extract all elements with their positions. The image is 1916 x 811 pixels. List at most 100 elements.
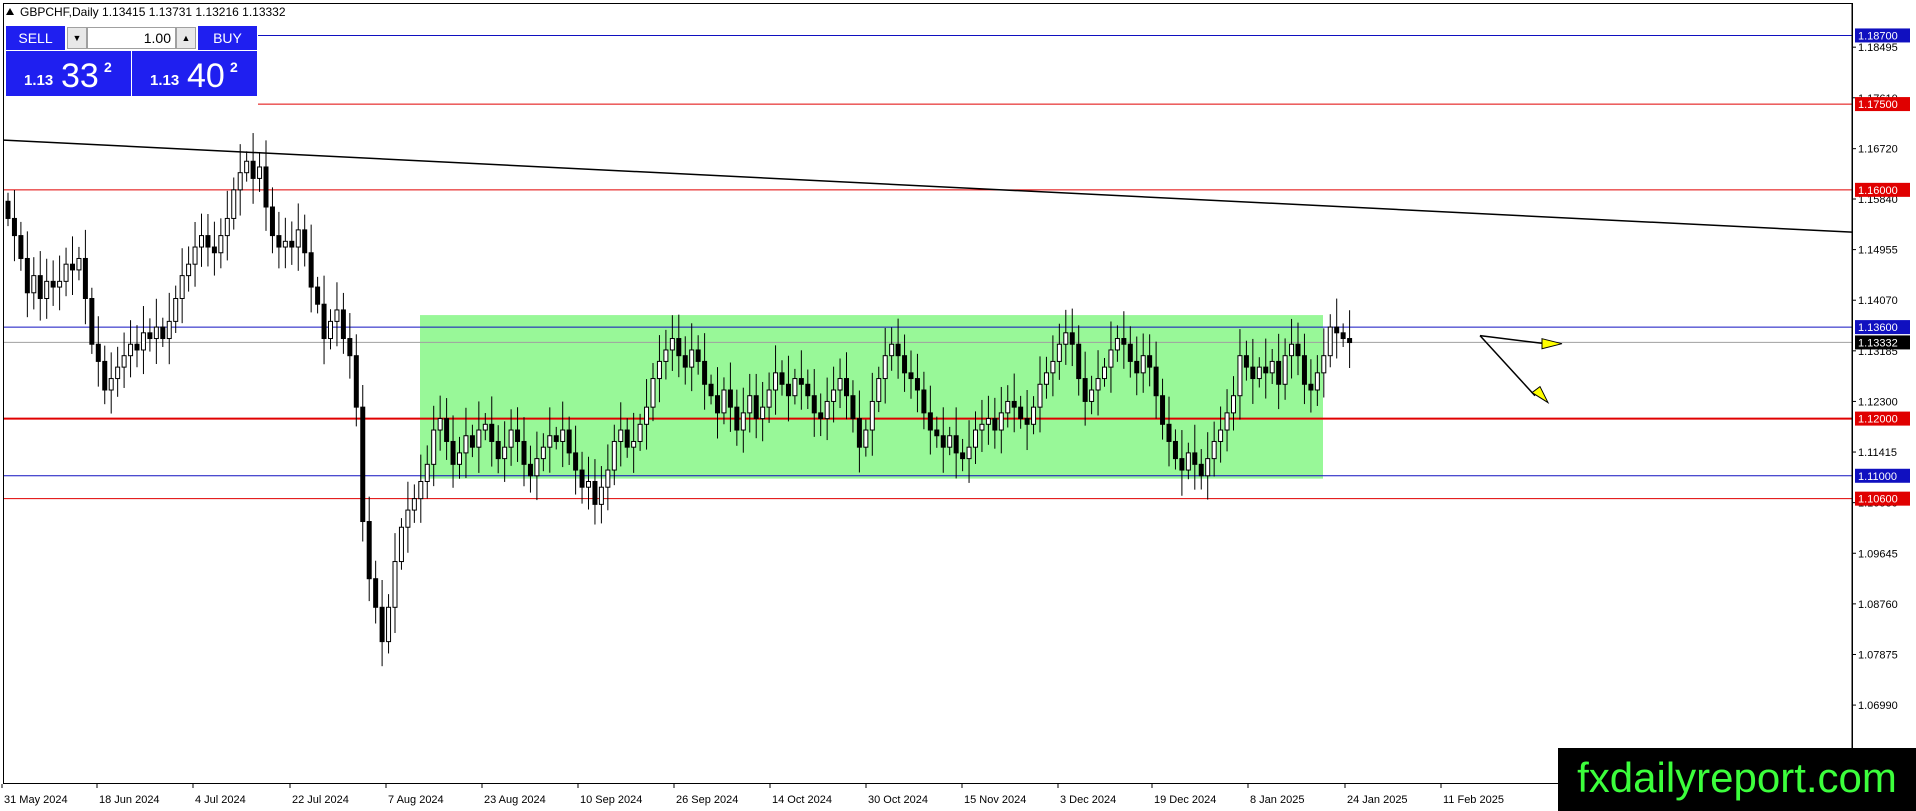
candle-body <box>1069 332 1075 345</box>
candle-body <box>405 509 411 528</box>
candle-body <box>1160 395 1166 425</box>
candle-body <box>515 429 521 442</box>
candle-body <box>1347 338 1353 344</box>
candle-body <box>431 429 437 465</box>
candle-body <box>308 252 314 288</box>
candle-body <box>469 435 475 448</box>
candle-body <box>392 561 398 608</box>
x-tick-label: 7 Aug 2024 <box>388 794 444 806</box>
candle-body <box>644 406 650 425</box>
candle <box>257 151 263 192</box>
candle <box>334 282 340 347</box>
trade-panel-row: SELL ▼ 1.00 ▲ BUY <box>6 26 257 50</box>
candle <box>179 248 185 324</box>
candle-body <box>186 263 192 277</box>
candle <box>76 246 82 281</box>
collapse-arrow-icon[interactable] <box>6 8 14 15</box>
candle <box>173 285 179 333</box>
candle-body <box>689 349 695 368</box>
candle-body <box>740 412 746 431</box>
candle-body <box>315 286 321 305</box>
candle-body <box>199 235 204 248</box>
candle <box>37 251 43 321</box>
candle-body <box>953 435 959 454</box>
candle-body <box>1250 366 1256 380</box>
candle <box>11 190 17 262</box>
candle-body <box>1256 366 1262 380</box>
candle-body <box>489 423 495 442</box>
candle-body <box>998 412 1004 431</box>
candle-body <box>95 343 101 362</box>
candle-body <box>773 372 779 391</box>
candle <box>5 192 11 227</box>
candle-body <box>1037 383 1043 408</box>
candle-body <box>921 389 927 414</box>
candle-body <box>1147 355 1153 368</box>
candle-body <box>540 446 546 460</box>
candle-body <box>1282 355 1288 385</box>
candle <box>340 292 346 354</box>
candle-body <box>508 429 514 448</box>
y-tick-label: 1.14070 <box>1858 295 1898 307</box>
candle-body <box>50 280 56 288</box>
candle <box>89 287 95 354</box>
current-price-label: 1.13332 <box>1858 337 1898 349</box>
candle <box>392 533 398 633</box>
candle-body <box>908 372 914 380</box>
candle-body <box>663 349 669 362</box>
level-label: 1.13600 <box>1858 322 1898 334</box>
x-tick-label: 24 Jan 2025 <box>1347 794 1408 806</box>
candle-body <box>1095 378 1101 391</box>
candle-body <box>902 355 908 374</box>
candle <box>347 313 353 379</box>
candle-body <box>1263 366 1269 374</box>
y-tick-label: 1.18495 <box>1858 42 1898 54</box>
candle-body <box>553 435 559 442</box>
lot-decrease-button[interactable]: ▼ <box>67 27 87 49</box>
sell-price-button[interactable]: 1.13 33 2 <box>6 51 131 96</box>
candle-body <box>328 320 333 340</box>
trend-line <box>3 139 1853 233</box>
candle-body <box>760 406 766 420</box>
candle-body <box>37 275 43 300</box>
candle-body <box>24 257 30 294</box>
candle <box>205 214 211 267</box>
candle-body <box>1172 440 1178 460</box>
lot-increase-button[interactable]: ▲ <box>176 27 196 49</box>
candle <box>315 276 321 314</box>
candle-body <box>734 406 740 431</box>
candle <box>398 518 404 570</box>
candle-body <box>1205 458 1211 477</box>
lot-size-input[interactable]: 1.00 <box>87 27 176 49</box>
buy-button[interactable]: BUY <box>198 26 257 50</box>
candle-body <box>231 189 237 219</box>
buy-price-fraction: 2 <box>230 59 238 75</box>
price-chart[interactable]: 1.184951.176101.167201.158401.149551.140… <box>0 0 1916 811</box>
buy-price-button[interactable]: 1.13 40 2 <box>132 51 257 96</box>
candle-body <box>57 280 63 288</box>
candle-body <box>263 166 269 208</box>
candle-body <box>850 395 856 420</box>
candle <box>244 151 250 182</box>
candle-body <box>457 452 462 465</box>
candle-body <box>121 355 127 368</box>
candle <box>108 352 114 414</box>
sell-button[interactable]: SELL <box>6 26 65 50</box>
candle-body <box>398 526 404 563</box>
candle <box>411 484 417 523</box>
x-tick-label: 10 Sep 2024 <box>580 794 642 806</box>
candle-body <box>947 435 953 448</box>
candle-body <box>450 440 456 465</box>
candle-body <box>82 257 88 300</box>
candle-body <box>1089 389 1095 402</box>
candle-body <box>1102 366 1107 380</box>
candle <box>24 231 30 318</box>
candle-body <box>592 480 598 505</box>
candle-body <box>179 275 185 300</box>
candle-body <box>586 480 591 488</box>
candle-body <box>366 521 372 580</box>
x-tick-label: 8 Jan 2025 <box>1250 794 1304 806</box>
candle-body <box>140 332 146 351</box>
candle-body <box>1308 383 1314 391</box>
y-tick-label: 1.16720 <box>1858 144 1898 156</box>
